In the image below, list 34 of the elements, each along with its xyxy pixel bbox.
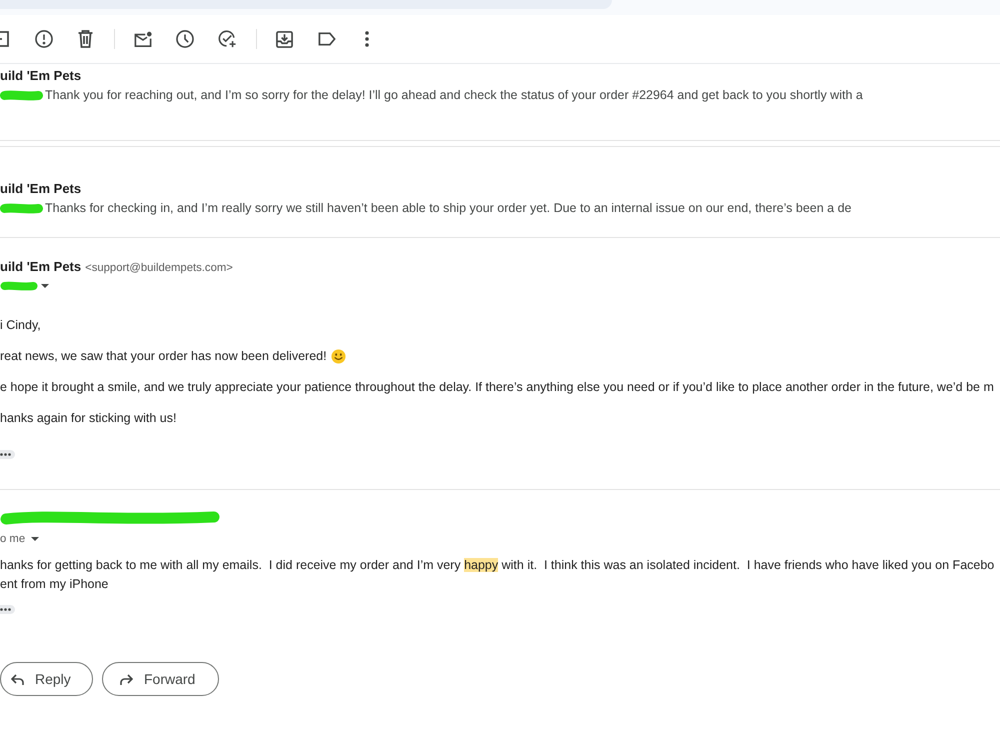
- ellipsis-icon: [0, 608, 11, 611]
- caret-icon[interactable]: [41, 284, 49, 288]
- message-snippet: Thanks for checking in, and I’m really sorry we still haven’t been able to ship your order yet. Due to an internal issue on our end, there’s been a de: [45, 200, 852, 217]
- show-trimmed-content-button[interactable]: [0, 450, 15, 459]
- reply-arrow-icon: [11, 674, 24, 684]
- tag-icon[interactable]: [318, 32, 336, 46]
- more-icon[interactable]: [365, 31, 369, 47]
- message-paragraph: hanks for getting back to me with all my emails. I did receive my order and I’m very happy with it. I think this was an isolated incident. I have friends who have liked you on Facebo: [0, 557, 994, 574]
- clock-icon[interactable]: [176, 30, 194, 48]
- message-paragraph: i Cindy,: [0, 317, 41, 334]
- check-plus-icon[interactable]: [218, 30, 236, 48]
- exclamation-circle-icon[interactable]: [35, 30, 53, 48]
- sender-name: uild 'Em Pets: [0, 258, 82, 276]
- ellipsis-icon: [0, 453, 11, 456]
- redaction-mark: [0, 90, 43, 100]
- sender-name: uild 'Em Pets: [0, 180, 82, 198]
- message-snippet: Thank you for reaching out, and I’m so sorry for the delay! I’ll go ahead and check the status of your order #22964 and get back to you shortly with a: [45, 87, 863, 104]
- message-paragraph: hanks again for sticking with us!: [0, 410, 176, 427]
- reply-button[interactable]: Reply: [0, 662, 93, 696]
- message-paragraph: reat news, we saw that your order has now been delivered!: [0, 348, 327, 365]
- box-icon[interactable]: [0, 31, 9, 47]
- redaction-mark: [0, 281, 38, 291]
- caret-icon[interactable]: [31, 537, 40, 541]
- redaction-mark: [0, 202, 43, 214]
- message-paragraph: e hope it brought a smile, and we truly appreciate your patience throughout the delay. If there’s anything else you need or if you’d like to place another order in the future, we’d be m: [0, 379, 994, 396]
- envelope-dot-icon[interactable]: [134, 30, 152, 48]
- sender-email: <support@buildempets.com>: [85, 261, 233, 276]
- forward-arrow-icon: [120, 674, 133, 684]
- sender-name: uild 'Em Pets: [0, 67, 82, 85]
- forward-button[interactable]: Forward: [102, 662, 219, 696]
- trash-icon[interactable]: [78, 30, 93, 48]
- recipient-label: o me: [0, 532, 26, 547]
- show-trimmed-content-button[interactable]: [0, 605, 15, 614]
- message-paragraph: ent from my iPhone: [0, 576, 108, 593]
